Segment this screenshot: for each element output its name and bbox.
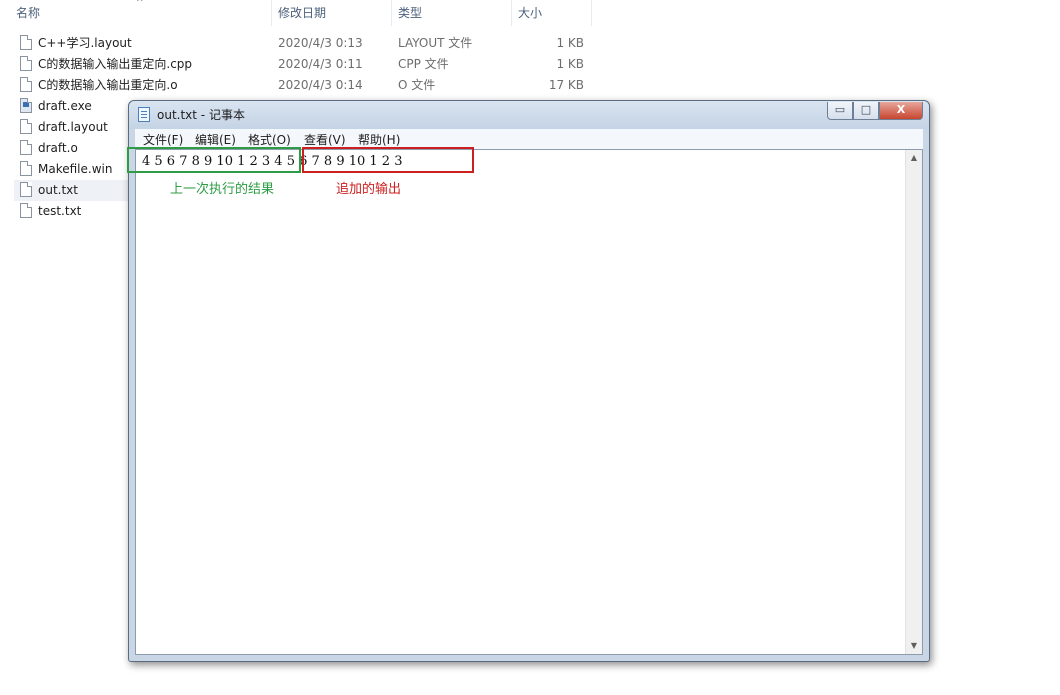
file-name: draft.exe [38,99,92,113]
text-editor-area[interactable]: 4 5 6 7 8 9 10 1 2 3 4 5 6 7 8 9 10 1 2 … [135,149,923,655]
vertical-scrollbar[interactable]: ▲ ▼ [905,150,922,654]
file-icon [20,56,32,71]
maximize-button[interactable]: □ [853,102,879,120]
column-header: 名称 ^ 修改日期 类型 大小 [0,0,600,26]
minimize-button[interactable]: ▭ [827,102,853,120]
file-row[interactable]: C++学习.layout 2020/4/3 0:13 LAYOUT 文件 1 K… [14,33,594,54]
file-name: out.txt [38,183,78,197]
text-file-icon [20,203,32,218]
window-title: out.txt - 记事本 [157,108,245,122]
file-modified: 2020/4/3 0:14 [278,78,363,92]
file-name: draft.layout [38,120,108,134]
appended-output-highlight [302,147,474,173]
file-modified: 2020/4/3 0:13 [278,36,363,50]
appended-output-label: 追加的输出 [336,182,402,197]
menu-bar: 文件(F) 编辑(E) 格式(O) 查看(V) 帮助(H) [135,129,923,149]
text-file-icon [20,182,32,197]
previous-result-label: 上一次执行的结果 [170,182,275,197]
file-icon [20,140,32,155]
file-name: draft.o [38,141,78,155]
file-size: 1 KB [556,36,584,50]
file-name: C++学习.layout [38,36,132,50]
scroll-down-icon[interactable]: ▼ [906,638,922,654]
file-type: O 文件 [398,78,436,92]
notepad-icon[interactable] [138,107,150,122]
column-type[interactable]: 类型 [392,0,512,26]
file-size: 17 KB [548,78,584,92]
file-icon [20,119,32,134]
sort-ascending-icon: ^ [136,0,144,8]
previous-result-highlight [127,147,301,173]
close-button[interactable]: X [879,102,923,120]
file-row[interactable]: C的数据输入输出重定向.o 2020/4/3 0:14 O 文件 17 KB [14,75,594,96]
column-modified[interactable]: 修改日期 [272,0,392,26]
file-icon [20,77,32,92]
file-name: C的数据输入输出重定向.cpp [38,57,193,71]
column-size[interactable]: 大小 [512,0,592,26]
file-type: CPP 文件 [398,57,449,71]
exe-icon [20,98,32,113]
file-row[interactable]: C的数据输入输出重定向.cpp 2020/4/3 0:11 CPP 文件 1 K… [14,54,594,75]
file-icon [20,161,32,176]
file-name: Makefile.win [38,162,113,176]
file-icon [20,35,32,50]
scroll-up-icon[interactable]: ▲ [906,150,922,166]
file-modified: 2020/4/3 0:11 [278,57,363,71]
file-name: test.txt [38,204,82,218]
file-size: 1 KB [556,57,584,71]
window-controls: ▭ □ X [827,102,923,121]
file-name: C的数据输入输出重定向.o [38,78,178,92]
title-bar[interactable]: out.txt - 记事本 ▭ □ X [129,101,929,129]
file-type: LAYOUT 文件 [398,36,473,50]
